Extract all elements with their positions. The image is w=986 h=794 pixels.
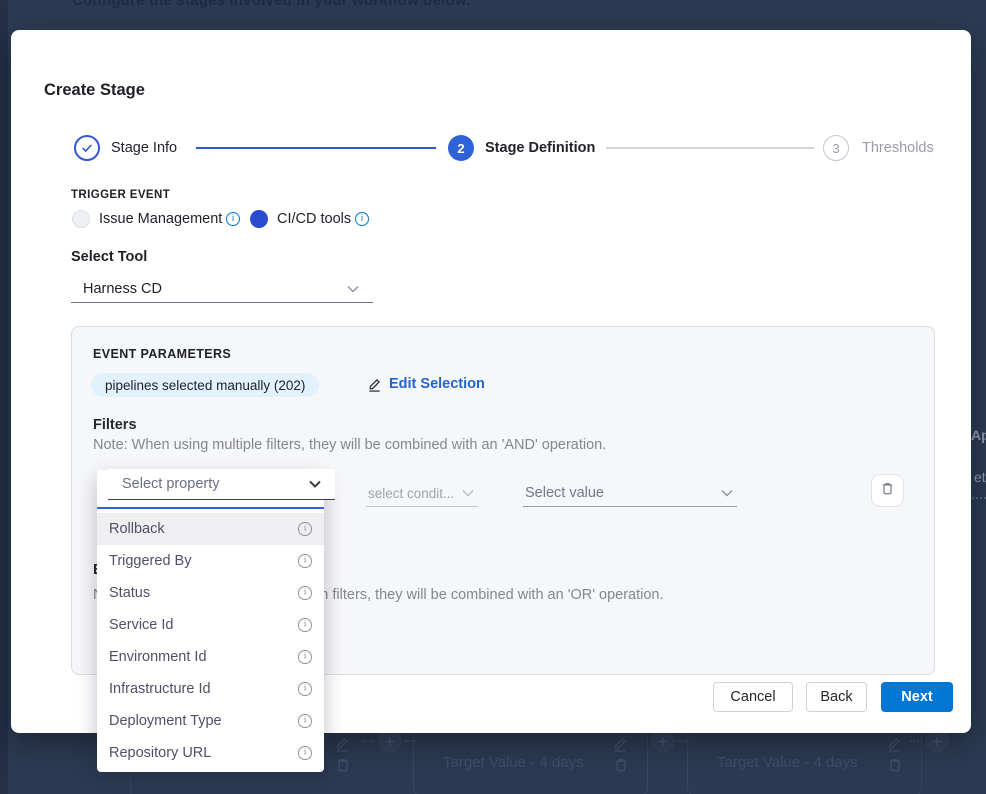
option-label: Status bbox=[109, 585, 150, 601]
option-label: Triggered By bbox=[109, 553, 191, 569]
chevron-down-icon bbox=[347, 285, 359, 293]
step-label: Stage Definition bbox=[485, 140, 595, 156]
filters-note: Note: When using multiple filters, they … bbox=[93, 437, 606, 453]
edit-icon bbox=[612, 736, 628, 752]
screen: Configure the stages involved in your wo… bbox=[0, 0, 986, 794]
info-icon[interactable] bbox=[298, 682, 312, 696]
info-icon[interactable] bbox=[298, 618, 312, 632]
value-select-placeholder: Select value bbox=[525, 485, 604, 501]
create-stage-modal: Create Stage Stage Info 2 Stage Definiti… bbox=[11, 30, 971, 733]
chevron-down-icon bbox=[309, 480, 321, 488]
stepper-connector-active bbox=[196, 147, 436, 149]
radio-label-issue-management[interactable]: Issue Management bbox=[99, 211, 222, 227]
dropdown-option-deployment-type[interactable]: Deployment Type bbox=[97, 705, 324, 737]
step-number: 3 bbox=[823, 135, 849, 161]
dropdown-option-status[interactable]: Status bbox=[97, 577, 324, 609]
option-label: Rollback bbox=[109, 521, 165, 537]
trash-icon bbox=[335, 757, 351, 773]
property-select[interactable]: Select property bbox=[108, 469, 335, 500]
option-label: Infrastructure Id bbox=[109, 681, 211, 697]
dropdown-option-infrastructure-id[interactable]: Infrastructure Id bbox=[97, 673, 324, 705]
step-number: 2 bbox=[448, 135, 474, 161]
edit-icon bbox=[886, 736, 902, 752]
filters-heading: Filters bbox=[93, 417, 137, 433]
chevron-down-icon bbox=[721, 489, 733, 497]
info-icon[interactable] bbox=[298, 522, 312, 536]
dropdown-option-rollback[interactable]: Rollback bbox=[97, 513, 324, 545]
option-label: Environment Id bbox=[109, 649, 207, 665]
next-button[interactable]: Next bbox=[881, 682, 953, 712]
dropdown-list: Rollback Triggered By Status Service Id … bbox=[97, 509, 324, 769]
check-icon bbox=[80, 141, 94, 155]
dropdown-option-repository-url[interactable]: Repository URL bbox=[97, 737, 324, 769]
info-icon[interactable] bbox=[298, 650, 312, 664]
info-icon[interactable] bbox=[226, 212, 240, 226]
cancel-button[interactable]: Cancel bbox=[713, 682, 793, 712]
edit-icon bbox=[334, 736, 350, 752]
info-icon[interactable] bbox=[298, 554, 312, 568]
delete-filter-button[interactable] bbox=[871, 474, 904, 507]
option-label: Service Id bbox=[109, 617, 173, 633]
property-dropdown: Rollback Triggered By Status Service Id … bbox=[97, 470, 324, 772]
back-button[interactable]: Back bbox=[806, 682, 867, 712]
trash-icon bbox=[613, 757, 629, 773]
dropdown-option-service-id[interactable]: Service Id bbox=[97, 609, 324, 641]
radio-label-cicd-tools[interactable]: CI/CD tools bbox=[277, 211, 351, 227]
radio-cicd-tools[interactable] bbox=[250, 210, 268, 228]
step-label: Thresholds bbox=[862, 140, 934, 156]
trigger-event-label: TRIGGER EVENT bbox=[71, 189, 170, 201]
condition-select-placeholder: select condit... bbox=[368, 486, 454, 501]
dropdown-option-environment-id[interactable]: Environment Id bbox=[97, 641, 324, 673]
info-icon[interactable] bbox=[355, 212, 369, 226]
step-label: Stage Info bbox=[111, 140, 177, 156]
option-label: Repository URL bbox=[109, 745, 211, 761]
tool-select[interactable]: Harness CD bbox=[71, 276, 373, 303]
trash-icon bbox=[887, 757, 903, 773]
edit-selection-label: Edit Selection bbox=[389, 376, 485, 392]
backdrop-fragment-et: et bbox=[974, 469, 986, 485]
chevron-down-icon bbox=[462, 489, 474, 497]
backdrop-subtitle: Configure the stages involved in your wo… bbox=[72, 0, 470, 9]
property-select-placeholder: Select property bbox=[122, 476, 220, 492]
modal-title: Create Stage bbox=[44, 81, 145, 100]
backdrop-fragment-ap: Ap bbox=[971, 427, 986, 443]
info-icon[interactable] bbox=[298, 746, 312, 760]
option-label: Deployment Type bbox=[109, 713, 222, 729]
dropdown-option-triggered-by[interactable]: Triggered By bbox=[97, 545, 324, 577]
stepper-connector-inactive bbox=[606, 147, 814, 149]
edit-icon bbox=[367, 377, 382, 392]
tool-select-value: Harness CD bbox=[83, 281, 162, 297]
event-parameters-heading: EVENT PARAMETERS bbox=[93, 347, 231, 361]
condition-select[interactable]: select condit... bbox=[366, 480, 478, 507]
info-icon[interactable] bbox=[298, 586, 312, 600]
backdrop-left-strip bbox=[0, 0, 8, 794]
select-tool-label: Select Tool bbox=[71, 249, 147, 265]
edit-selection-link[interactable]: Edit Selection bbox=[367, 376, 485, 392]
pipelines-selected-pill: pipelines selected manually (202) bbox=[91, 373, 319, 397]
step-done-circle bbox=[74, 135, 100, 161]
trash-icon bbox=[880, 481, 895, 501]
backdrop-card-label: Target Value - 4 days bbox=[717, 754, 858, 771]
value-select[interactable]: Select value bbox=[523, 480, 737, 507]
radio-issue-management[interactable] bbox=[72, 210, 90, 228]
info-icon[interactable] bbox=[298, 714, 312, 728]
backdrop-card-label: Target Value - 4 days bbox=[443, 754, 584, 771]
